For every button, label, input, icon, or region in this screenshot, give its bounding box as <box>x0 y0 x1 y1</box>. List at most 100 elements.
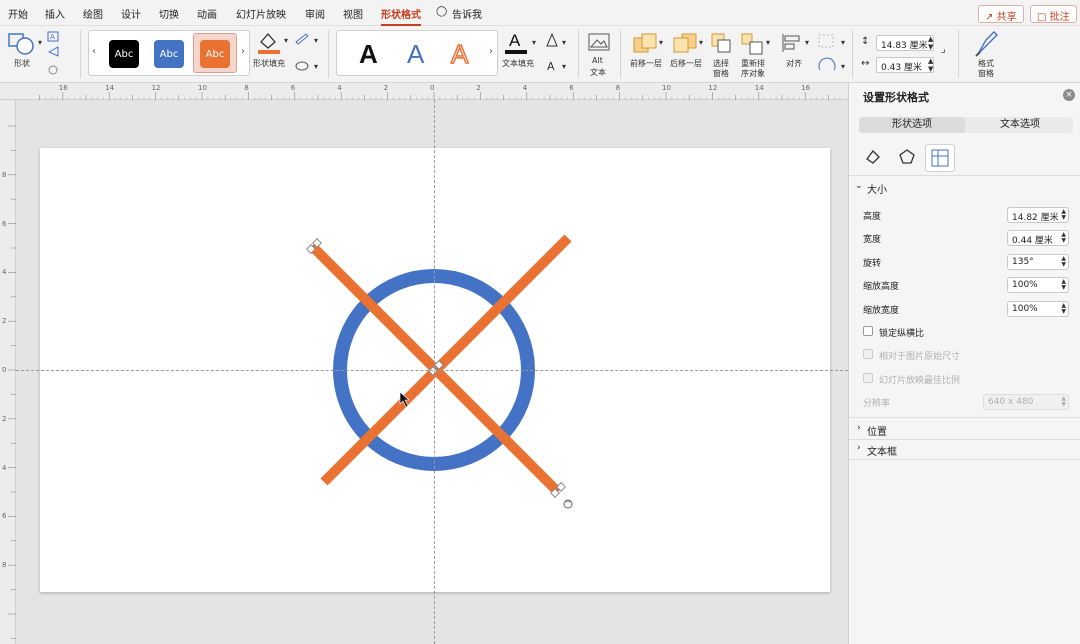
ruler-tick-label: 2 <box>2 414 7 423</box>
text-fill-icon[interactable]: A <box>503 30 529 56</box>
wordart-black[interactable]: A <box>359 39 378 70</box>
edit-shape-icons[interactable]: A <box>46 30 68 78</box>
chevron-down-icon: ▾ <box>314 62 319 71</box>
close-icon[interactable]: × <box>1063 89 1075 101</box>
vertical-ruler[interactable]: 8 6 4 2 0 2 4 6 8 <box>0 100 16 644</box>
send-backward-icon[interactable] <box>672 32 700 56</box>
tab-design[interactable]: 设计 <box>121 6 141 21</box>
text-fill-label: 文本填充 <box>502 59 534 68</box>
tab-text-options[interactable]: 文本选项 <box>967 117 1073 133</box>
ruler-ticks <box>39 92 841 100</box>
style-swatch-black[interactable]: Abc <box>109 40 139 68</box>
ruler-tick-label: 12 <box>151 84 161 92</box>
lock-aspect-checkbox[interactable] <box>863 326 873 336</box>
ruler-tick-label: 8 <box>615 84 621 92</box>
chevron-right-icon: › <box>857 423 861 433</box>
chevron-down-icon: ▾ <box>841 38 846 47</box>
tab-review[interactable]: 审阅 <box>305 6 325 21</box>
tab-slideshow[interactable]: 幻灯片放映 <box>236 6 286 21</box>
tab-shape-format[interactable]: 形状格式 <box>381 6 421 26</box>
gallery-prev-icon[interactable]: ‹ <box>92 46 96 57</box>
stepper-icon[interactable]: ▲ ▼ <box>1061 232 1066 244</box>
chevron-down-icon: ▾ <box>38 38 43 47</box>
horizontal-guide[interactable] <box>16 370 848 371</box>
tab-transitions[interactable]: 切换 <box>159 6 179 21</box>
insert-shape-icon[interactable] <box>8 32 36 56</box>
gallery-next-icon[interactable]: › <box>489 46 493 57</box>
ruler-tick-label: 8 <box>2 170 7 179</box>
reorder-objects-icon[interactable] <box>740 32 766 56</box>
width-label: 宽度 <box>863 235 882 245</box>
pane-rotation-input[interactable]: 135° ▲ ▼ <box>1007 254 1069 270</box>
tab-draw[interactable]: 绘图 <box>83 6 103 21</box>
effects-pentagon-icon[interactable] <box>897 147 917 167</box>
tell-me-input[interactable]: 告诉我 <box>452 6 482 21</box>
ruler-tick-label: 6 <box>290 84 296 92</box>
selection-pane-label-2: 窗格 <box>713 69 729 78</box>
align-icon[interactable] <box>780 32 804 54</box>
relative-size-label: 相对于图片原始尺寸 <box>879 352 961 362</box>
best-scale-checkbox[interactable] <box>863 373 873 383</box>
comment-icon: □ <box>1037 12 1047 23</box>
slide-editor-canvas[interactable] <box>16 100 848 644</box>
section-position[interactable]: › 位置 <box>849 423 1080 439</box>
width-stepper-icon[interactable]: ▲ ▼ <box>928 57 933 73</box>
stepper-icon[interactable]: ▲ ▼ <box>1061 279 1066 291</box>
lock-aspect-icon[interactable]: ⌟ <box>941 44 946 55</box>
tab-animations[interactable]: 动画 <box>197 6 217 21</box>
stepper-icon[interactable]: ▲ ▼ <box>1061 256 1066 268</box>
tab-view[interactable]: 视图 <box>343 6 363 21</box>
group-rotate-icons[interactable] <box>816 32 840 78</box>
section-size[interactable]: ⌄ 大小 <box>849 181 1080 197</box>
tab-insert[interactable]: 插入 <box>45 6 65 21</box>
pane-width-input[interactable]: 0.44 厘米 ▲ ▼ <box>1007 230 1069 246</box>
pane-scale-width-input[interactable]: 100% ▲ ▼ <box>1007 301 1069 317</box>
ruler-tick-label: 10 <box>198 84 207 92</box>
outline-effects-icons[interactable] <box>294 32 314 76</box>
shape-style-gallery: ‹ Abc Abc Abc › <box>88 30 250 76</box>
wordart-blue[interactable]: A <box>407 39 424 70</box>
chevron-down-icon: ▾ <box>699 38 704 47</box>
size-properties-tab[interactable] <box>925 144 955 172</box>
pane-tab-bar: 形状选项 文本选项 <box>859 117 1073 133</box>
ruler-tick-label: 6 <box>2 512 7 521</box>
selection-pane-icon[interactable] <box>710 32 734 56</box>
ribbon-height-input[interactable]: 14.83 厘米 <box>876 35 934 51</box>
chevron-right-icon: › <box>857 443 861 453</box>
comments-button[interactable]: □ 批注 <box>1030 5 1077 23</box>
pane-scale-height-input[interactable]: 100% ▲ ▼ <box>1007 277 1069 293</box>
share-button[interactable]: ↗ 共享 <box>978 5 1024 23</box>
bring-forward-icon[interactable] <box>632 32 660 56</box>
wordart-outline[interactable]: A <box>450 38 469 70</box>
ruler-tick-label: 4 <box>337 84 342 92</box>
svg-text:A: A <box>509 31 521 50</box>
section-textbox[interactable]: › 文本框 <box>849 443 1080 459</box>
style-swatch-orange[interactable]: Abc <box>200 40 230 68</box>
vertical-guide[interactable] <box>434 100 435 644</box>
ribbon-width-input[interactable]: 0.43 厘米 <box>876 57 934 73</box>
horizontal-ruler[interactable]: 16 14 12 10 8 6 4 2 0 2 4 6 8 10 12 14 16 <box>0 83 848 100</box>
size-properties-icon <box>931 149 949 167</box>
share-icon: ↗ <box>985 12 994 23</box>
svg-text:A: A <box>50 33 55 41</box>
alt-text-icon[interactable] <box>587 32 611 54</box>
best-scale-label: 幻灯片放映最佳比例 <box>879 376 961 386</box>
relative-size-checkbox[interactable] <box>863 349 873 359</box>
shape-label: 形状 <box>14 59 30 68</box>
chevron-down-icon: ▾ <box>562 38 567 47</box>
chevron-down-icon: ▾ <box>532 38 537 47</box>
ruler-tick-label: 14 <box>754 84 764 92</box>
height-stepper-icon[interactable]: ▲ ▼ <box>928 35 933 51</box>
stepper-icon[interactable]: ▲ ▼ <box>1061 303 1066 315</box>
fill-line-icon[interactable] <box>863 147 883 167</box>
format-pane-icon[interactable] <box>974 30 1000 58</box>
gallery-next-icon[interactable]: › <box>241 46 245 57</box>
resolution-select[interactable]: 640 x 480 ▲ ▼ <box>983 394 1069 410</box>
stepper-icon[interactable]: ▲ ▼ <box>1061 209 1066 221</box>
style-swatch-blue[interactable]: Abc <box>154 40 184 68</box>
tab-shape-options[interactable]: 形状选项 <box>859 117 965 133</box>
pane-height-input[interactable]: 14.82 厘米 ▲ ▼ <box>1007 207 1069 223</box>
paint-bucket-icon[interactable] <box>256 30 282 54</box>
ruler-tick-label: 4 <box>2 463 7 472</box>
tab-home[interactable]: 开始 <box>8 6 28 21</box>
